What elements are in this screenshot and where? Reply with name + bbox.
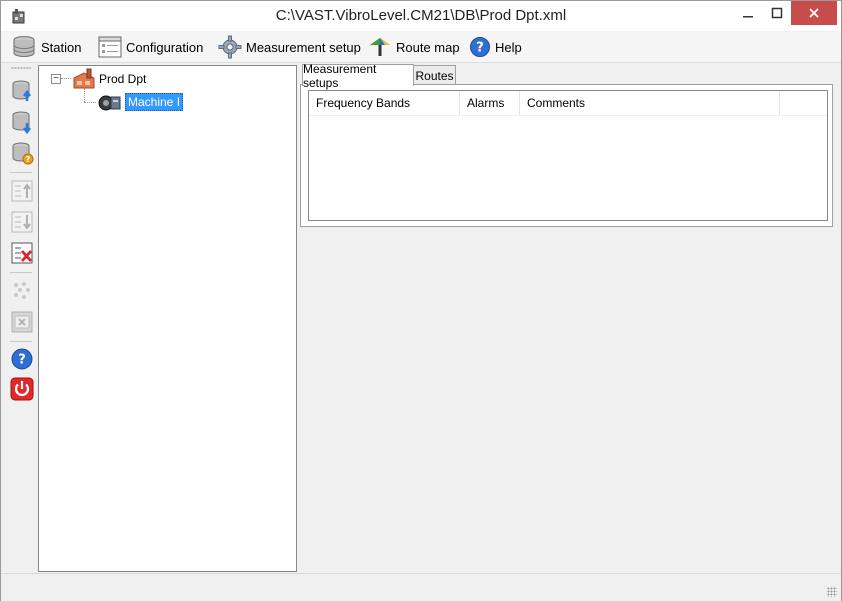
tree-node-label-selected: Machine I xyxy=(125,93,184,111)
measurement-setups-grid[interactable]: Frequency Bands Alarms Comments xyxy=(308,90,828,221)
machine-icon xyxy=(98,95,121,111)
list-up-button[interactable] xyxy=(10,179,34,203)
power-button[interactable] xyxy=(10,377,34,401)
column-header-frequency-bands[interactable]: Frequency Bands xyxy=(309,91,460,115)
column-header-alarms[interactable]: Alarms xyxy=(460,91,520,115)
tree-node-prod-dpt[interactable]: Prod Dpt xyxy=(71,68,146,90)
column-header-label: Frequency Bands xyxy=(316,96,411,110)
route-map-menu-label: Route map xyxy=(396,39,460,55)
list-down-icon xyxy=(11,211,33,233)
database-upload-button[interactable] xyxy=(10,79,34,103)
route-map-menu[interactable]: Route map xyxy=(368,35,460,59)
tree-view[interactable]: − Prod Dpt Machine I xyxy=(38,65,297,572)
configuration-menu[interactable]: Configuration xyxy=(98,35,203,59)
points-icon xyxy=(14,282,30,299)
toolbar-separator xyxy=(10,272,32,273)
tree-collapse-toggle[interactable]: − xyxy=(51,74,61,84)
tree-line xyxy=(84,88,85,102)
station-menu-label: Station xyxy=(41,39,82,55)
configuration-icon xyxy=(98,36,122,58)
report-button[interactable] xyxy=(10,310,34,334)
left-toolbar: ? ? xyxy=(7,65,35,573)
database-info-icon: ? xyxy=(12,142,34,165)
svg-text:?: ? xyxy=(476,41,484,56)
help-menu-label: Help xyxy=(495,39,522,55)
title-bar[interactable]: C:\VAST.VibroLevel.CM21\DB\Prod Dpt.xml xyxy=(1,1,841,31)
database-icon xyxy=(13,36,35,57)
power-icon xyxy=(10,377,34,401)
help-icon: ? xyxy=(470,37,490,57)
tab-control: Measurement setups Routes Frequency Band… xyxy=(300,62,833,227)
toolbar-grip[interactable] xyxy=(11,67,31,69)
database-download-button[interactable] xyxy=(10,110,34,135)
resize-grip-icon[interactable] xyxy=(827,587,837,597)
tree-line xyxy=(84,102,96,103)
maximize-button[interactable] xyxy=(763,1,791,25)
main-toolbar: Station Configuration Measurement setup xyxy=(1,32,841,63)
tree-node-label: Prod Dpt xyxy=(99,72,147,86)
status-bar xyxy=(1,573,841,601)
tab-panel-measurement-setups: Frequency Bands Alarms Comments xyxy=(300,84,833,227)
measurement-setup-menu-label: Measurement setup xyxy=(246,39,361,55)
tab-measurement-setups[interactable]: Measurement setups xyxy=(302,62,414,90)
minimize-icon xyxy=(743,16,753,18)
points-button[interactable] xyxy=(10,279,34,303)
route-map-icon xyxy=(370,38,390,56)
gear-icon xyxy=(218,35,242,59)
list-down-button[interactable] xyxy=(10,210,34,234)
grid-header: Frequency Bands Alarms Comments xyxy=(309,91,827,116)
configuration-menu-label: Configuration xyxy=(126,39,204,55)
column-header-comments[interactable]: Comments xyxy=(520,91,780,115)
tree-line xyxy=(61,78,71,79)
app-window: C:\VAST.VibroLevel.CM21\DB\Prod Dpt.xml … xyxy=(0,0,842,601)
svg-text:?: ? xyxy=(26,155,31,164)
column-header-filler xyxy=(780,91,827,115)
help-menu[interactable]: ? Help xyxy=(469,35,522,59)
database-upload-icon xyxy=(12,80,31,101)
help-icon: ? xyxy=(11,348,33,370)
tab-routes[interactable]: Routes xyxy=(413,65,456,85)
maximize-icon xyxy=(771,7,783,19)
database-download-icon xyxy=(12,111,31,135)
tab-label: Measurement setups xyxy=(303,61,377,90)
report-icon xyxy=(11,311,33,333)
toolbar-separator xyxy=(10,172,32,173)
database-info-button[interactable]: ? xyxy=(10,141,34,165)
list-delete-button[interactable] xyxy=(10,241,34,265)
list-delete-icon xyxy=(11,242,33,264)
help-button[interactable]: ? xyxy=(10,347,34,371)
close-icon xyxy=(809,8,819,18)
close-button[interactable] xyxy=(791,1,837,25)
column-header-label: Alarms xyxy=(467,96,505,110)
tree-node-machine[interactable]: Machine I xyxy=(97,91,184,113)
list-up-icon xyxy=(11,180,33,202)
measurement-setup-menu[interactable]: Measurement setup xyxy=(218,35,361,59)
factory-icon xyxy=(73,68,95,89)
window-title: C:\VAST.VibroLevel.CM21\DB\Prod Dpt.xml xyxy=(275,7,567,24)
svg-text:?: ? xyxy=(18,353,26,368)
toolbar-separator xyxy=(10,341,32,342)
station-menu[interactable]: Station xyxy=(11,35,81,59)
minimize-button[interactable] xyxy=(733,1,763,25)
column-header-label: Comments xyxy=(527,96,586,110)
tab-label: Routes xyxy=(415,68,454,83)
